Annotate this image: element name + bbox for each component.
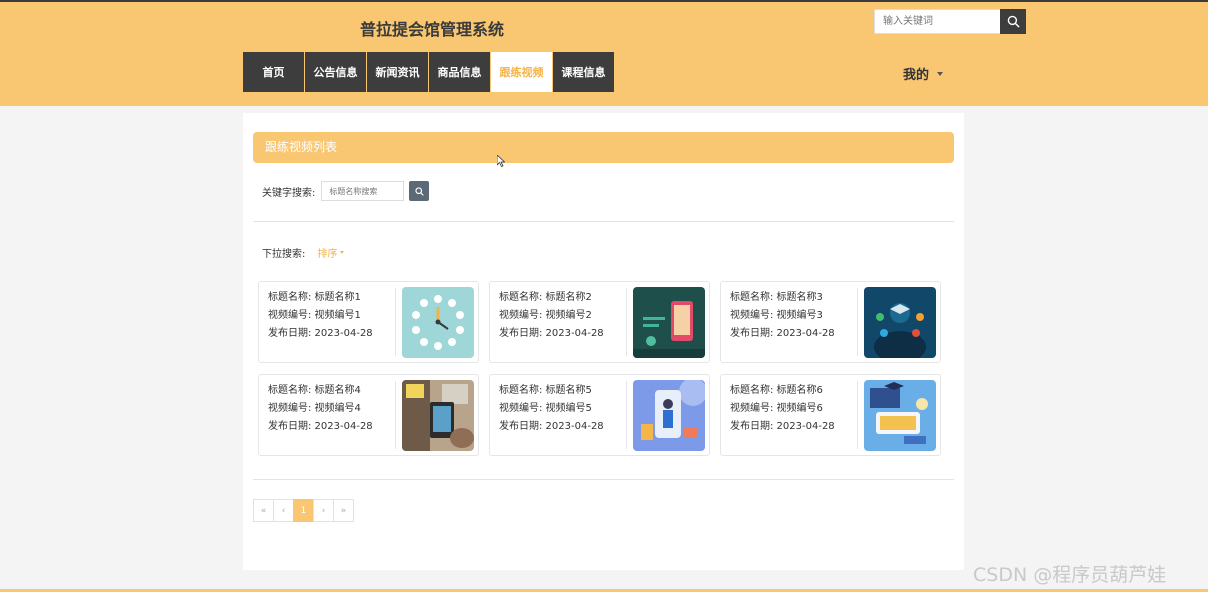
video-date: 发布日期: 2023-04-28	[499, 328, 604, 339]
pagination-first[interactable]: «	[253, 499, 274, 522]
video-date: 发布日期: 2023-04-28	[730, 328, 835, 339]
sort-dropdown[interactable]: 排序	[317, 245, 345, 260]
video-date: 发布日期: 2023-04-28	[268, 421, 373, 432]
video-title: 标题名称: 标题名称2	[499, 292, 592, 303]
video-card[interactable]: 标题名称: 标题名称3 视频编号: 视频编号3 发布日期: 2023-04-28	[720, 281, 941, 363]
video-date: 发布日期: 2023-04-28	[499, 421, 604, 432]
nav-item-home[interactable]: 首页	[243, 52, 304, 92]
pagination-next[interactable]: ›	[313, 499, 334, 522]
video-title: 标题名称: 标题名称5	[499, 385, 592, 396]
card-divider	[857, 381, 858, 449]
video-code: 视频编号: 视频编号4	[268, 403, 361, 414]
search-icon	[415, 186, 424, 196]
phone-teacher-thumbnail[interactable]	[633, 380, 705, 451]
header-search-button[interactable]	[1000, 9, 1026, 34]
dropdown-label: 下拉搜索:	[262, 249, 306, 260]
phone-lecture-thumbnail[interactable]	[633, 287, 705, 358]
video-card-info: 标题名称: 标题名称2 视频编号: 视频编号2 发布日期: 2023-04-28	[499, 289, 604, 343]
video-list: 标题名称: 标题名称1 视频编号: 视频编号1 发布日期: 2023-04-28	[258, 281, 941, 456]
video-card-info: 标题名称: 标题名称6 视频编号: 视频编号6 发布日期: 2023-04-28	[730, 382, 835, 436]
nav-item-courses[interactable]: 课程信息	[553, 52, 614, 92]
sort-label: 排序	[317, 249, 338, 260]
nav-item-notices[interactable]: 公告信息	[305, 52, 366, 92]
keyword-label: 关键字搜索:	[262, 187, 316, 199]
graduate-icons-thumbnail[interactable]	[864, 287, 936, 358]
video-card[interactable]: 标题名称: 标题名称1 视频编号: 视频编号1 发布日期: 2023-04-28	[258, 281, 479, 363]
nav-item-news[interactable]: 新闻资讯	[367, 52, 428, 92]
card-divider	[626, 288, 627, 356]
dropdown-search-row: 下拉搜索: 排序	[262, 245, 345, 260]
search-icon	[1007, 15, 1020, 28]
keyword-search-row: 关键字搜索:	[262, 181, 430, 201]
pagination-last[interactable]: »	[333, 499, 354, 522]
card-divider	[395, 288, 396, 356]
video-date: 发布日期: 2023-04-28	[268, 328, 373, 339]
video-code: 视频编号: 视频编号3	[730, 310, 823, 321]
video-title: 标题名称: 标题名称6	[730, 385, 823, 396]
pagination-page-current[interactable]: 1	[293, 499, 314, 522]
header-search-input[interactable]	[874, 9, 1001, 34]
video-code: 视频编号: 视频编号1	[268, 310, 361, 321]
video-card-info: 标题名称: 标题名称5 视频编号: 视频编号5 发布日期: 2023-04-28	[499, 382, 604, 436]
user-menu[interactable]: 我的	[903, 64, 944, 83]
video-title: 标题名称: 标题名称3	[730, 292, 823, 303]
video-code: 视频编号: 视频编号2	[499, 310, 592, 321]
clock-icons-thumbnail[interactable]	[402, 287, 474, 358]
pagination: « ‹ 1 › »	[253, 499, 354, 522]
video-date: 发布日期: 2023-04-28	[730, 421, 835, 432]
video-card-info: 标题名称: 标题名称3 视频编号: 视频编号3 发布日期: 2023-04-28	[730, 289, 835, 343]
nav-item-products[interactable]: 商品信息	[429, 52, 490, 92]
main-panel: 跟练视频列表 关键字搜索: 下拉搜索: 排序 标题名称: 标题名称1 视频编号:…	[243, 113, 964, 570]
divider	[253, 479, 954, 480]
video-card[interactable]: 标题名称: 标题名称2 视频编号: 视频编号2 发布日期: 2023-04-28	[489, 281, 710, 363]
card-divider	[395, 381, 396, 449]
divider	[253, 221, 954, 222]
card-divider	[857, 288, 858, 356]
chevron-down-icon	[937, 71, 944, 76]
video-card-info: 标题名称: 标题名称1 视频编号: 视频编号1 发布日期: 2023-04-28	[268, 289, 373, 343]
main-nav: 首页 公告信息 新闻资讯 商品信息 跟练视频 课程信息	[243, 52, 614, 92]
video-card-info: 标题名称: 标题名称4 视频编号: 视频编号4 发布日期: 2023-04-28	[268, 382, 373, 436]
pagination-prev[interactable]: ‹	[273, 499, 294, 522]
video-card[interactable]: 标题名称: 标题名称6 视频编号: 视频编号6 发布日期: 2023-04-28	[720, 374, 941, 456]
mouse-cursor-icon	[497, 155, 505, 167]
watermark: CSDN @程序员葫芦娃	[973, 564, 1167, 586]
chevron-down-icon	[340, 251, 345, 254]
tablet-study-thumbnail[interactable]	[402, 380, 474, 451]
video-code: 视频编号: 视频编号5	[499, 403, 592, 414]
video-card[interactable]: 标题名称: 标题名称5 视频编号: 视频编号5 发布日期: 2023-04-28	[489, 374, 710, 456]
keyword-search-button[interactable]	[409, 181, 430, 201]
site-title: 普拉提会馆管理系统	[360, 20, 505, 39]
video-title: 标题名称: 标题名称1	[268, 292, 361, 303]
video-code: 视频编号: 视频编号6	[730, 403, 823, 414]
nav-item-videos[interactable]: 跟练视频	[491, 52, 552, 92]
user-menu-label: 我的	[903, 68, 930, 83]
keyword-search-input[interactable]	[321, 181, 405, 201]
online-class-thumbnail[interactable]	[864, 380, 936, 451]
card-divider	[626, 381, 627, 449]
site-header: 普拉提会馆管理系统 首页 公告信息 新闻资讯 商品信息 跟练视频 课程信息 我的	[0, 0, 1208, 106]
section-title: 跟练视频列表	[253, 132, 954, 163]
video-card[interactable]: 标题名称: 标题名称4 视频编号: 视频编号4 发布日期: 2023-04-28	[258, 374, 479, 456]
video-title: 标题名称: 标题名称4	[268, 385, 361, 396]
